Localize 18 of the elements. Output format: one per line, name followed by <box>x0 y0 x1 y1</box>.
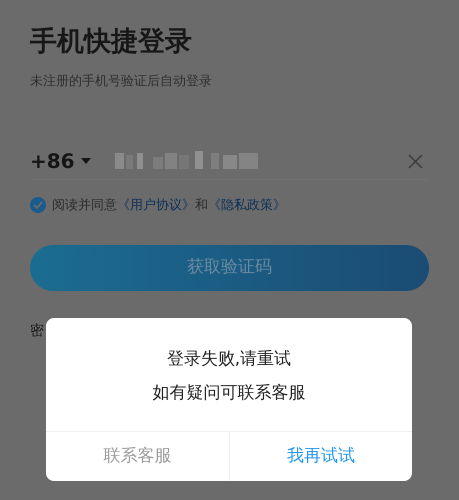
caret-icon <box>80 158 91 164</box>
agreement-text: 和 <box>195 196 208 214</box>
page-title: 手机快捷登录 <box>30 25 192 59</box>
close-icon <box>408 154 422 168</box>
retry-button[interactable]: 我再试试 <box>228 432 412 481</box>
agreement-link[interactable]: 《用户协议》 <box>117 196 195 215</box>
contact-support-button[interactable]: 联系客服 <box>46 432 228 481</box>
password-login-label: 密 <box>30 322 44 341</box>
agreement-link[interactable]: 《隐私政策》 <box>208 196 286 215</box>
dialog-message: 如有疑问可联系客服 <box>152 382 306 404</box>
clear-button[interactable] <box>407 153 423 169</box>
page-subtitle: 未注册的手机号验证后自动登录 <box>30 73 212 91</box>
country-code-selector[interactable]: +86 <box>30 146 91 176</box>
get-code-button[interactable]: 获取验证码 <box>30 245 429 291</box>
agreement-checkbox[interactable] <box>30 197 46 214</box>
check-icon <box>33 201 43 210</box>
dialog-message: 登录失败,请重试 <box>166 348 292 371</box>
agreement-text: 阅读并同意 <box>52 196 117 214</box>
